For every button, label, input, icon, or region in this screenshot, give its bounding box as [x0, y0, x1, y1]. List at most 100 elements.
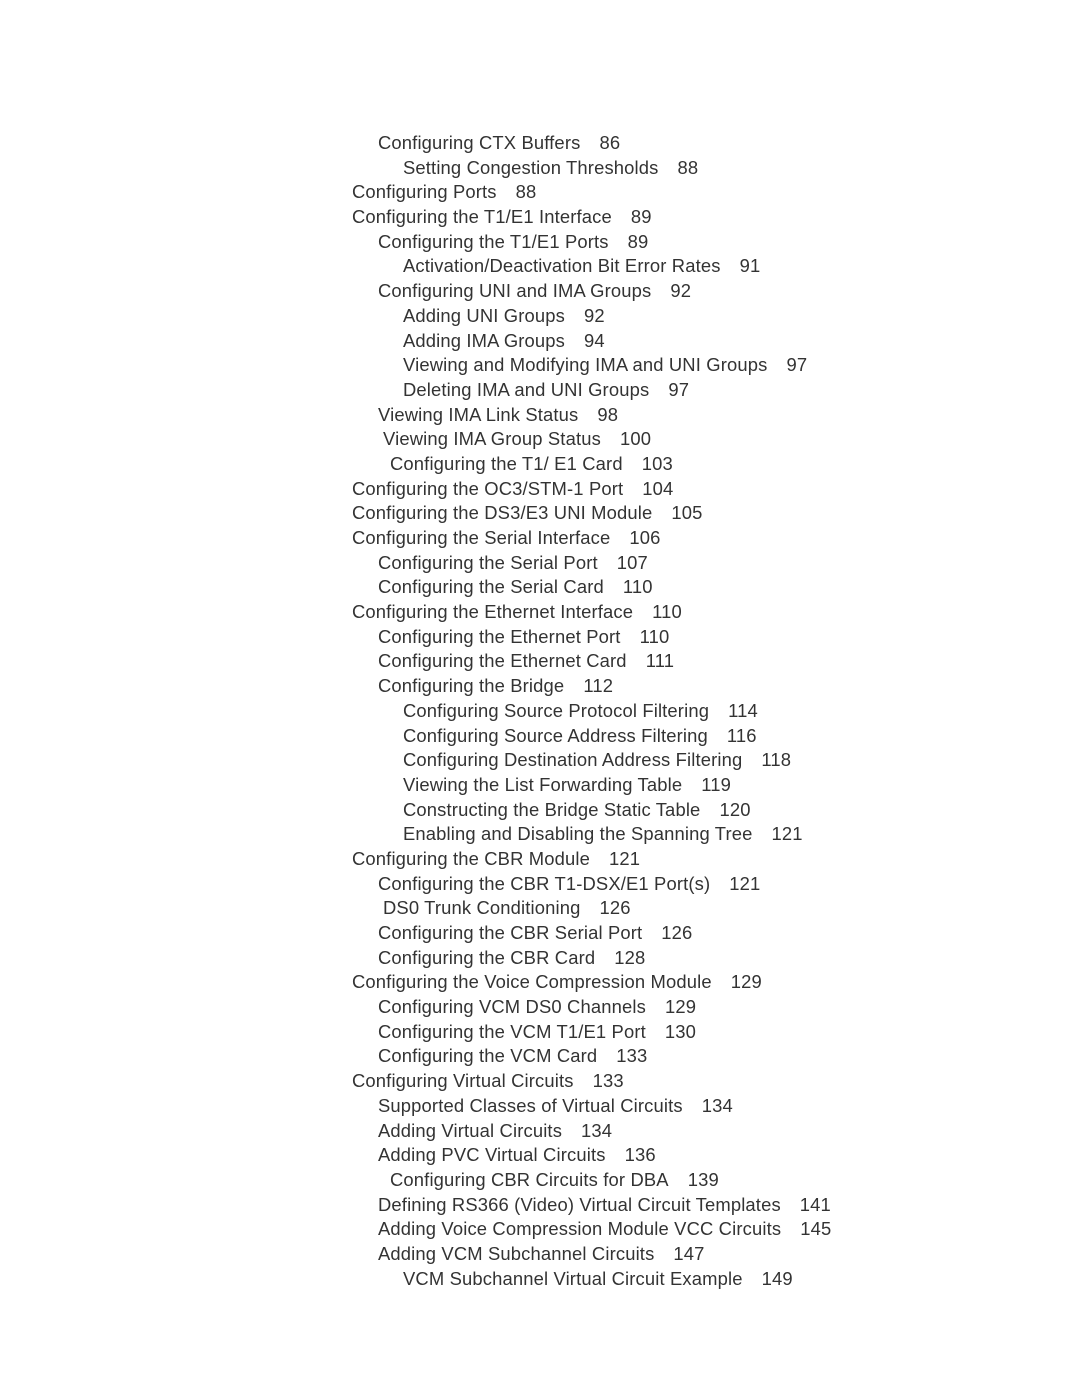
toc-entry[interactable]: Adding VCM Subchannel Circuits 147 — [0, 1242, 1080, 1267]
table-of-contents: Configuring CTX Buffers 86 Setting Congest… — [0, 131, 1080, 1291]
toc-entry-page-number: 110 — [622, 576, 653, 598]
toc-entry-title: Configuring the Bridge — [378, 675, 565, 697]
toc-entry-title: Activation/Deactivation Bit Error Rates — [403, 255, 721, 277]
toc-entry-page-number: 89 — [627, 230, 649, 252]
toc-entry-page-number: 129 — [730, 971, 762, 993]
toc-entry[interactable]: Configuring the T1/E1 Interface 89 — [0, 205, 1080, 230]
toc-entry-title: Configuring CTX Buffers — [378, 132, 581, 153]
toc-entry-page-number: 97 — [668, 378, 690, 400]
toc-entry-page-number: 100 — [619, 428, 652, 450]
toc-entry[interactable]: Adding Voice Compression Module VCC Circ… — [0, 1217, 1080, 1242]
toc-entry[interactable]: Adding UNI Groups 92 — [0, 304, 1080, 329]
toc-entry[interactable]: Deleting IMA and UNI Groups 97 — [0, 378, 1080, 403]
toc-entry-page-number: 121 — [609, 847, 641, 869]
toc-entry-page-number: 112 — [583, 675, 614, 697]
toc-entry-page-number: 134 — [581, 1119, 613, 1141]
toc-entry-title: Configuring the CBR Serial Port — [378, 922, 643, 943]
toc-entry[interactable]: Adding PVC Virtual Circuits 136 — [0, 1143, 1080, 1168]
toc-entry-page-number: 88 — [677, 156, 699, 178]
toc-entry[interactable]: Configuring the Ethernet Interface 110 — [0, 600, 1080, 625]
toc-entry[interactable]: DS0 Trunk Conditioning 126 — [0, 896, 1080, 921]
toc-entry[interactable]: Adding Virtual Circuits 134 — [0, 1119, 1080, 1144]
toc-entry-title: Configuring the CBR T1-DSX/E1 Port(s) — [378, 872, 711, 894]
toc-entry-title: Configuring the Ethernet Card — [378, 650, 627, 672]
toc-entry-title: Configuring VCM DS0 Channels — [378, 996, 646, 1018]
toc-entry-page-number: 114 — [728, 699, 758, 721]
toc-entry[interactable]: Configuring the Voice Compression Module… — [0, 970, 1080, 995]
toc-entry[interactable]: Configuring UNI and IMA Groups 92 — [0, 279, 1080, 304]
toc-entry[interactable]: VCM Subchannel Virtual Circuit Example 14… — [0, 1267, 1080, 1292]
toc-entry-title: Deleting IMA and UNI Groups — [403, 378, 650, 400]
toc-entry[interactable]: Activation/Deactivation Bit Error Rates 9… — [0, 254, 1080, 279]
toc-entry[interactable]: Adding IMA Groups 94 — [0, 329, 1080, 354]
toc-entry[interactable]: Configuring the VCM Card 133 — [0, 1044, 1080, 1069]
toc-entry-title: Adding Voice Compression Module VCC Circ… — [378, 1218, 782, 1240]
toc-entry-page-number: 103 — [641, 452, 673, 474]
toc-entry-page-number: 89 — [630, 206, 652, 228]
toc-entry[interactable]: Configuring VCM DS0 Channels 129 — [0, 995, 1080, 1020]
toc-entry[interactable]: Configuring the DS3/E3 UNI Module 105 — [0, 501, 1080, 526]
toc-entry[interactable]: Configuring the VCM T1/E1 Port 130 — [0, 1020, 1080, 1045]
toc-entry-page-number: 121 — [771, 823, 803, 845]
toc-entry-page-number: 147 — [673, 1242, 705, 1264]
toc-entry-title: Constructing the Bridge Static Table — [403, 798, 701, 820]
toc-entry[interactable]: Enabling and Disabling the Spanning Tree… — [0, 822, 1080, 847]
toc-entry-page-number: 86 — [599, 132, 621, 153]
toc-entry-page-number: 94 — [584, 329, 605, 351]
toc-entry[interactable]: Configuring the Serial Interface 106 — [0, 526, 1080, 551]
toc-entry[interactable]: Configuring Ports 88 — [0, 180, 1080, 205]
toc-entry[interactable]: Configuring Destination Address Filterin… — [0, 748, 1080, 773]
toc-entry-title: Enabling and Disabling the Spanning Tree — [403, 823, 753, 845]
toc-entry-title: VCM Subchannel Virtual Circuit Example — [403, 1267, 743, 1289]
toc-entry-page-number: 92 — [584, 304, 605, 326]
toc-entry-title: Configuring the T1/E1 Interface — [352, 206, 612, 228]
toc-entry-title: Adding VCM Subchannel Circuits — [378, 1242, 655, 1264]
toc-entry[interactable]: Configuring Virtual Circuits 133 — [0, 1069, 1080, 1094]
toc-entry[interactable]: Configuring the Bridge 112 — [0, 674, 1080, 699]
toc-entry-page-number: 107 — [616, 551, 648, 573]
toc-entry-page-number: 121 — [729, 872, 761, 894]
toc-entry-title: Configuring the Ethernet Interface — [352, 601, 634, 623]
toc-entry[interactable]: Supported Classes of Virtual Circuits 134 — [0, 1094, 1080, 1119]
toc-entry-title: Viewing IMA Group Status — [383, 428, 601, 450]
toc-entry[interactable]: Configuring the CBR Card 128 — [0, 946, 1080, 971]
toc-entry[interactable]: Viewing IMA Link Status 98 — [0, 403, 1080, 428]
toc-entry[interactable]: Configuring the Ethernet Port 110 — [0, 625, 1080, 650]
toc-entry-page-number: 149 — [761, 1267, 793, 1289]
toc-entry-page-number: 126 — [661, 922, 693, 943]
toc-entry-title: DS0 Trunk Conditioning — [383, 897, 581, 919]
toc-entry[interactable]: Configuring the T1/E1 Ports 89 — [0, 230, 1080, 255]
toc-entry-title: Configuring the T1/E1 Ports — [378, 230, 609, 252]
toc-entry[interactable]: Configuring the Ethernet Card 111 — [0, 649, 1080, 674]
toc-entry[interactable]: Configuring Source Protocol Filtering 114 — [0, 699, 1080, 724]
toc-entry[interactable]: Configuring the OC3/STM-1 Port 104 — [0, 477, 1080, 502]
toc-entry[interactable]: Configuring CBR Circuits for DBA 139 — [0, 1168, 1080, 1193]
toc-entry[interactable]: Configuring CTX Buffers 86 — [0, 131, 1080, 156]
toc-entry[interactable]: Constructing the Bridge Static Table 120 — [0, 798, 1080, 823]
toc-entry-title: Supported Classes of Virtual Circuits — [378, 1094, 683, 1116]
toc-entry[interactable]: Configuring the CBR Module 121 — [0, 847, 1080, 872]
toc-entry[interactable]: Configuring the CBR T1-DSX/E1 Port(s) 121 — [0, 872, 1080, 897]
toc-entry[interactable]: Configuring Source Address Filtering 116 — [0, 724, 1080, 749]
toc-entry-page-number: 126 — [599, 897, 631, 919]
toc-entry-title: Configuring UNI and IMA Groups — [378, 280, 652, 302]
toc-entry-page-number: 141 — [799, 1193, 831, 1215]
toc-entry-page-number: 120 — [719, 798, 751, 820]
toc-entry-page-number: 118 — [761, 749, 792, 771]
toc-entry[interactable]: Configuring the Serial Port 107 — [0, 551, 1080, 576]
toc-entry-page-number: 88 — [515, 181, 537, 203]
toc-entry[interactable]: Configuring the T1/ E1 Card 103 — [0, 452, 1080, 477]
toc-entry-title: Configuring the Serial Card — [378, 576, 604, 598]
toc-entry-page-number: 91 — [739, 255, 761, 277]
toc-entry-page-number: 97 — [786, 354, 808, 376]
toc-entry-page-number: 133 — [592, 1070, 624, 1092]
toc-entry[interactable]: Configuring the CBR Serial Port 126 — [0, 921, 1080, 946]
toc-entry[interactable]: Viewing IMA Group Status 100 — [0, 427, 1080, 452]
toc-entry[interactable]: Viewing and Modifying IMA and UNI Groups… — [0, 353, 1080, 378]
toc-entry[interactable]: Viewing the List Forwarding Table 119 — [0, 773, 1080, 798]
toc-entry-title: Configuring the OC3/STM-1 Port — [352, 477, 624, 499]
toc-entry[interactable]: Defining RS366 (Video) Virtual Circuit T… — [0, 1193, 1080, 1218]
toc-entry[interactable]: Setting Congestion Thresholds 88 — [0, 156, 1080, 181]
toc-entry[interactable]: Configuring the Serial Card 110 — [0, 575, 1080, 600]
toc-entry-page-number: 110 — [639, 625, 670, 647]
